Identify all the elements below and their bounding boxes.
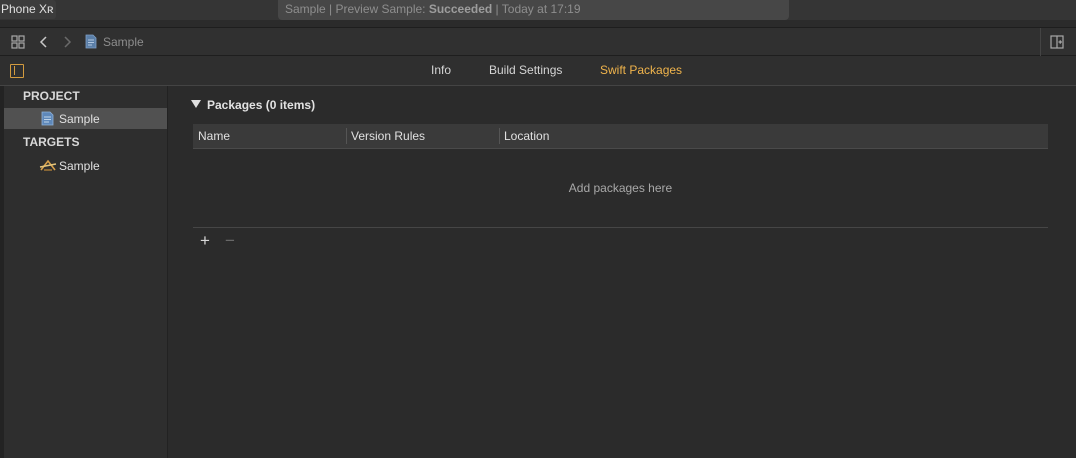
add-editor-icon[interactable] (1049, 34, 1065, 50)
tab-build-settings[interactable]: Build Settings (489, 63, 562, 77)
packages-table-header: Name Version Rules Location (193, 124, 1048, 149)
empty-table-message: Add packages here (568, 181, 673, 195)
swift-packages-pane: Packages (0 items) Name Version Rules Lo… (168, 86, 1076, 458)
column-header-version-rules[interactable]: Version Rules (351, 129, 425, 143)
window-toolbar: Phone Xʀ Sample | Preview Sample: Succee… (0, 0, 1076, 20)
targets-section-header: TARGETS (23, 135, 80, 149)
sidebar-item-project-sample[interactable]: Sample (4, 108, 167, 129)
table-bottom-border (193, 227, 1048, 228)
disclosure-triangle-icon[interactable] (191, 100, 201, 108)
forward-chevron-icon[interactable] (59, 34, 75, 50)
status-result: Succeeded (428, 2, 493, 16)
add-package-button[interactable]: + (200, 232, 210, 250)
jump-bar-divider (1040, 28, 1041, 56)
sidebar-item-label: Sample (59, 159, 100, 173)
status-suffix: | Today at 17:19 (492, 2, 581, 16)
status-prefix: Sample | Preview Sample: (285, 2, 429, 16)
back-chevron-icon[interactable] (36, 34, 52, 50)
activity-status: Sample | Preview Sample: Succeeded | Tod… (278, 0, 789, 20)
project-sidebar: PROJECT Sample TARGETS Sample (4, 86, 168, 458)
jump-bar-title[interactable]: Sample (103, 35, 144, 49)
jump-bar: Sample (0, 28, 1076, 56)
tab-info[interactable]: Info (431, 63, 451, 77)
remove-package-button[interactable]: − (225, 232, 235, 250)
project-file-icon (41, 111, 55, 126)
sidebar-toggle-icon[interactable] (10, 64, 24, 78)
device-selector[interactable]: Phone Xʀ (0, 0, 56, 19)
editor-tab-bar: Info Build Settings Swift Packages (0, 56, 1076, 86)
column-header-location[interactable]: Location (504, 129, 549, 143)
column-divider (499, 128, 500, 144)
app-target-icon (39, 158, 57, 173)
related-items-icon[interactable] (10, 34, 26, 50)
sidebar-item-label: Sample (59, 112, 100, 126)
project-section-header: PROJECT (23, 89, 80, 103)
tab-swift-packages[interactable]: Swift Packages (600, 63, 682, 77)
sidebar-item-target-sample[interactable]: Sample (4, 155, 167, 176)
project-file-icon (85, 34, 97, 49)
column-divider (346, 128, 347, 144)
packages-section-title: Packages (0 items) (207, 98, 316, 112)
column-header-name[interactable]: Name (198, 129, 230, 143)
